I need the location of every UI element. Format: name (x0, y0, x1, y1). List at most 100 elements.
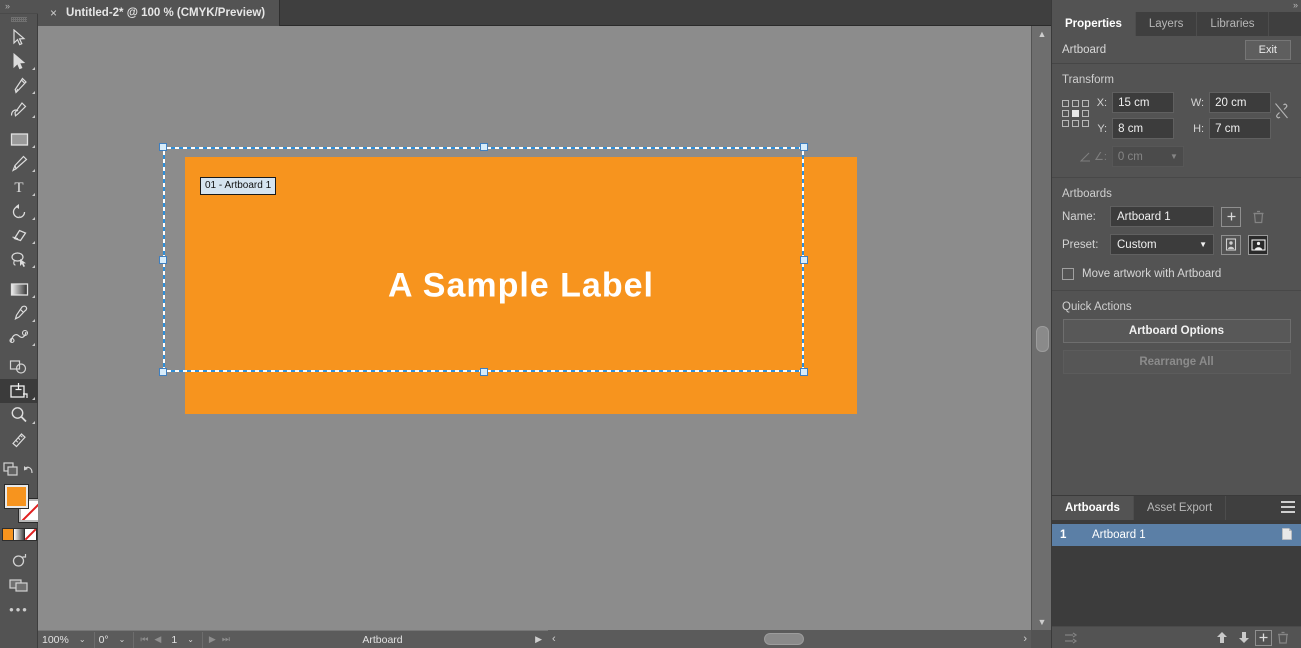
move-artboard-up-button[interactable] (1211, 629, 1233, 647)
width-input[interactable] (1209, 92, 1272, 113)
move-artwork-row[interactable]: Move artwork with Artboard (1052, 262, 1301, 280)
portrait-orientation-button[interactable] (1221, 234, 1241, 255)
horizontal-scroll-thumb[interactable] (764, 633, 804, 645)
artboard-item-options-icon[interactable] (1280, 527, 1294, 544)
tool-curvature[interactable] (0, 97, 38, 121)
y-input[interactable] (1112, 118, 1175, 139)
previous-artboard-icon[interactable]: ◀ (154, 634, 161, 645)
landscape-orientation-button[interactable] (1248, 234, 1268, 255)
status-menu-arrow-icon[interactable]: ▶ (529, 634, 548, 645)
refpoint-top-center[interactable] (1072, 100, 1079, 107)
move-artboard-down-button[interactable] (1233, 629, 1255, 647)
x-label: X: (1096, 96, 1108, 109)
tool-blend[interactable] (0, 325, 38, 349)
tool-eraser[interactable] (0, 223, 38, 247)
rotation-angle-row: ∠: 0 cm ▼ (1052, 144, 1301, 167)
fill-stroke-swatches[interactable] (0, 483, 43, 529)
screen-mode-button[interactable] (0, 573, 38, 597)
zoom-level-control[interactable]: 100% ⌄ (38, 631, 95, 648)
tool-paintbrush[interactable] (0, 151, 38, 175)
hamburger-menu-icon[interactable] (1281, 501, 1295, 513)
delete-artboard-button[interactable] (1248, 207, 1268, 227)
refpoint-top-left[interactable] (1062, 100, 1069, 107)
refpoint-top-right[interactable] (1082, 100, 1089, 107)
tool-direct-selection[interactable] (0, 49, 38, 73)
tool-rotate[interactable] (0, 199, 38, 223)
delete-artboard-panel-button[interactable] (1272, 629, 1294, 647)
canvas-vertical-scrollbar[interactable]: ▲ ▼ (1031, 26, 1051, 630)
drawing-mode-button[interactable] (0, 549, 38, 573)
right-panel-collapse-button[interactable]: » (1052, 0, 1301, 12)
artboard-number-control[interactable]: 1 ⌄ (167, 631, 203, 648)
artboard-options-button[interactable]: Artboard Options (1062, 319, 1291, 343)
tab-artboards[interactable]: Artboards (1052, 496, 1134, 520)
tab-asset-export[interactable]: Asset Export (1134, 496, 1227, 520)
scroll-down-icon[interactable]: ▼ (1032, 614, 1052, 630)
exit-button[interactable]: Exit (1244, 39, 1291, 60)
tool-rectangle[interactable] (0, 127, 38, 151)
artboard-preset-select[interactable]: Custom ▼ (1110, 234, 1214, 255)
tool-selection[interactable] (0, 25, 38, 49)
x-input[interactable] (1112, 92, 1175, 113)
artwork-text[interactable]: A Sample Label (388, 266, 654, 305)
refpoint-bottom-center[interactable] (1072, 120, 1079, 127)
angle-select[interactable]: 0 cm ▼ (1111, 146, 1184, 167)
rearrange-artboards-button[interactable] (1060, 629, 1082, 647)
tab-properties[interactable]: Properties (1052, 12, 1136, 36)
canvas-horizontal-scrollbar[interactable]: ‹ › (548, 630, 1031, 648)
scroll-left-icon[interactable]: ‹ (552, 630, 556, 648)
scroll-right-icon[interactable]: › (1023, 630, 1027, 648)
new-artboard-panel-button[interactable] (1255, 629, 1272, 646)
color-mode-buttons[interactable] (0, 528, 38, 543)
artboard-nav-next-group[interactable]: ▶ ⏭ (203, 634, 236, 645)
tool-shape-builder[interactable] (0, 355, 38, 379)
toolbar-collapse-button[interactable]: » (0, 0, 38, 14)
tool-lasso[interactable] (0, 247, 38, 271)
document-tab[interactable]: × Untitled-2* @ 100 % (CMYK/Preview) (38, 0, 281, 26)
artboard-1[interactable]: A Sample Label (185, 157, 857, 414)
tool-group-indicator-icon (32, 241, 35, 244)
toolbar-drag-grip[interactable] (0, 14, 38, 25)
artboard-name-tag[interactable]: 01 - Artboard 1 (200, 177, 277, 195)
artboard-nav-prev-group[interactable]: ⏮ ◀ (134, 634, 167, 645)
tab-libraries[interactable]: Libraries (1197, 12, 1269, 36)
tab-layers[interactable]: Layers (1136, 12, 1198, 36)
artboard-list-item[interactable]: 1 Artboard 1 (1052, 524, 1301, 546)
tool-eyedropper[interactable] (0, 301, 38, 325)
height-input[interactable] (1209, 118, 1272, 139)
tool-gradient[interactable] (0, 277, 38, 301)
new-artboard-button[interactable] (1221, 206, 1241, 227)
rotation-control[interactable]: 0° ⌄ (95, 631, 135, 648)
tool-measure[interactable] (0, 427, 38, 451)
tool-group-indicator-icon (32, 343, 35, 346)
canvas[interactable]: A Sample Label (38, 26, 1038, 630)
refpoint-center[interactable] (1072, 110, 1079, 117)
first-artboard-icon[interactable]: ⏮ (140, 634, 148, 645)
tool-pen[interactable] (0, 73, 38, 97)
next-artboard-icon[interactable]: ▶ (209, 634, 216, 645)
constrain-proportions-button[interactable] (1271, 92, 1291, 120)
none-button[interactable] (24, 528, 37, 541)
refpoint-bottom-left[interactable] (1062, 120, 1069, 127)
refpoint-bottom-right[interactable] (1082, 120, 1089, 127)
gradient-button[interactable] (13, 528, 26, 541)
tool-arrange-and-undo-row[interactable] (0, 457, 38, 481)
edit-toolbar-button[interactable]: ••• (0, 597, 38, 621)
tool-zoom[interactable] (0, 403, 38, 427)
scroll-up-icon[interactable]: ▲ (1032, 26, 1052, 42)
tool-type[interactable]: T (0, 175, 38, 199)
last-artboard-icon[interactable]: ⏭ (222, 634, 230, 645)
reference-point-selector[interactable] (1062, 92, 1089, 127)
color-button[interactable] (2, 528, 15, 541)
artboards-list[interactable]: 1 Artboard 1 (1052, 520, 1301, 626)
tool-artboard[interactable] (0, 379, 38, 403)
rearrange-all-button[interactable]: Rearrange All (1062, 350, 1291, 374)
artboard-name-input[interactable] (1110, 206, 1214, 227)
refpoint-middle-right[interactable] (1082, 110, 1089, 117)
move-artwork-checkbox[interactable] (1062, 268, 1074, 280)
refpoint-middle-left[interactable] (1062, 110, 1069, 117)
fill-color-swatch[interactable] (4, 484, 29, 509)
tools-panel: » T ••• (0, 0, 43, 648)
vertical-scroll-thumb[interactable] (1036, 326, 1049, 352)
close-icon[interactable]: × (50, 7, 57, 19)
